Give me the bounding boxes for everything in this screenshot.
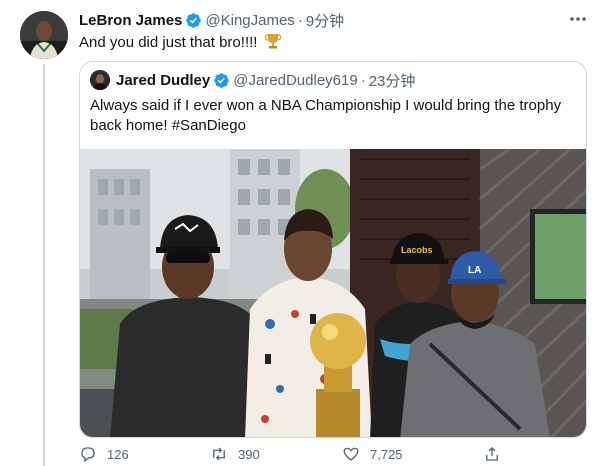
quoted-author-name[interactable]: Jared Dudley: [116, 72, 210, 89]
like-action[interactable]: 7,725: [342, 444, 403, 464]
tweet-photo[interactable]: Lacobs LA: [80, 149, 587, 438]
heart-icon: [343, 447, 359, 461]
retweet-action[interactable]: 390: [210, 444, 260, 464]
share-action[interactable]: [483, 444, 511, 464]
quoted-tweet-header: Jared Dudley @JaredDudley619 · 23分钟: [116, 70, 415, 90]
hashtag-link[interactable]: #SanDiego: [172, 117, 246, 134]
quoted-author-avatar[interactable]: [90, 70, 110, 90]
reply-count: 126: [107, 446, 129, 462]
tweet-timestamp[interactable]: 9分钟: [306, 10, 344, 31]
tweet-text: And you did just that bro!!!!: [79, 32, 282, 53]
quoted-tweet-text-content: Always said if I ever won a NBA Champion…: [90, 97, 562, 134]
share-icon: [486, 447, 498, 461]
reply-icon: [81, 447, 95, 463]
tweet-actions: 126 390 7,725: [79, 444, 587, 464]
trophy-icon: [264, 34, 281, 49]
quoted-tweet-text: Always said if I ever won a NBA Champion…: [90, 96, 578, 136]
author-name[interactable]: LeBron James: [79, 12, 182, 29]
tweet-text-content: And you did just that bro!!!!: [79, 34, 258, 51]
author-handle[interactable]: @KingJames: [205, 12, 294, 29]
verified-badge-icon: [214, 72, 229, 88]
tweet[interactable]: LeBron James @KingJames · 9分钟 And you di…: [0, 0, 604, 466]
separator-dot: ·: [297, 11, 303, 29]
author-avatar[interactable]: [20, 11, 68, 59]
quoted-tweet[interactable]: Jared Dudley @JaredDudley619 · 23分钟 Alwa…: [79, 61, 587, 438]
tweet-header: LeBron James @KingJames · 9分钟: [79, 10, 344, 30]
reply-action[interactable]: 126: [79, 444, 129, 464]
retweet-count: 390: [238, 446, 260, 462]
cap-logo-text: Lacobs: [401, 245, 433, 255]
quoted-tweet-timestamp[interactable]: 23分钟: [369, 70, 416, 91]
svg-text:LA: LA: [468, 265, 481, 276]
thread-line: [43, 64, 45, 466]
verified-badge-icon: [186, 12, 202, 28]
like-count: 7,725: [370, 446, 403, 462]
retweet-icon: [213, 447, 225, 461]
quoted-author-handle[interactable]: @JaredDudley619: [233, 72, 357, 89]
separator-dot: ·: [360, 71, 366, 89]
more-options-icon[interactable]: [568, 12, 588, 26]
